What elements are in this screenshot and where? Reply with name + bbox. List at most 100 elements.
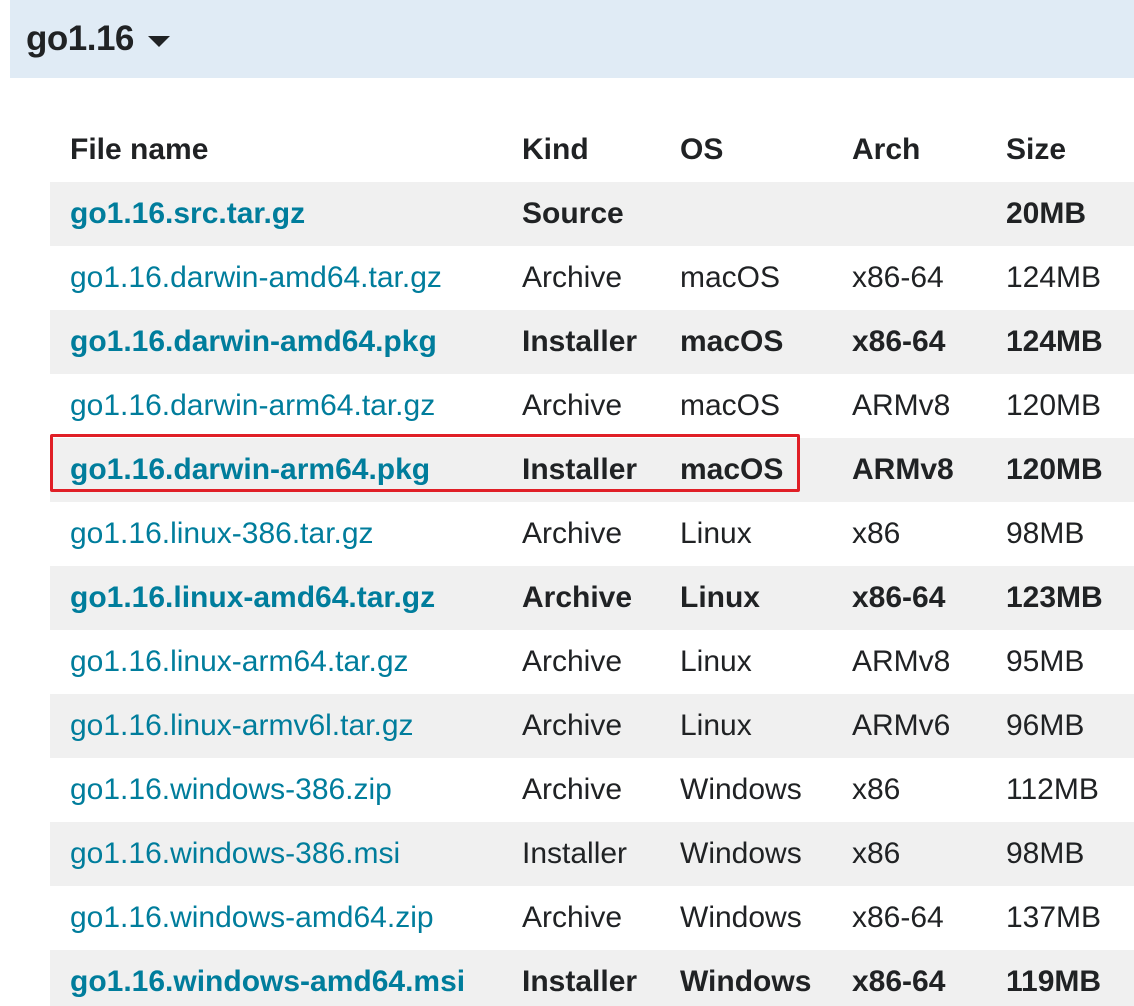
arch-cell: x86 [852,517,901,550]
download-link[interactable]: go1.16.darwin-amd64.pkg [70,325,437,358]
file-name-cell: go1.16.windows-386.zip [50,758,502,822]
table-row: go1.16.darwin-amd64.tar.gz Archive macOS x8… [50,246,1134,310]
arch-cell: x86 [852,773,901,806]
arch-cell: ARMv6 [832,694,986,758]
os-cell: Windows [680,901,802,934]
os-cell: macOS [680,389,781,422]
arch-cell: x86-64 [852,261,944,294]
table-row: go1.16.linux-386.tar.gz Archive Linux x86 98… [50,502,1134,566]
file-name-cell: go1.16.linux-amd64.tar.gz [50,566,502,630]
os-cell [660,182,832,246]
file-name-cell: go1.16.darwin-arm64.pkg [50,438,502,502]
table-row: go1.16.darwin-arm64.tar.gz Archive macOS AR… [50,374,1134,438]
os-cell: Windows [660,950,832,1006]
arch-cell: x86-64 [832,310,986,374]
os-cell: Linux [660,566,832,630]
download-link[interactable]: go1.16.windows-386.zip [70,773,392,806]
size-cell: 98MB [1006,517,1085,550]
kind-cell: Installer [502,822,660,886]
os-cell: Windows [660,822,832,886]
table-row: go1.16.src.tar.gz Source 20MB [50,182,1134,246]
table-row: go1.16.linux-armv6l.tar.gz Archive Linux AR… [50,694,1134,758]
arch-cell: x86-64 [832,566,986,630]
size-cell: 123MB [986,566,1134,630]
column-header-file-name: File name [70,133,209,166]
table-row: go1.16.windows-386.zip Archive Windows x86 1… [50,758,1134,822]
arch-cell: x86-64 [852,901,944,934]
column-header-arch: Arch [852,133,921,166]
download-link[interactable]: go1.16.linux-arm64.tar.gz [70,645,409,678]
download-link[interactable]: go1.16.windows-amd64.msi [70,965,465,998]
os-cell: macOS [680,261,781,294]
table-row: go1.16.windows-386.msi Installer Windows x8… [50,822,1134,886]
arch-cell: x86 [832,822,986,886]
table-header-row: File name Kind OS Arch Size [50,118,1134,182]
size-cell: 98MB [986,822,1134,886]
arch-cell: x86-64 [832,950,986,1006]
kind-cell: Installer [502,310,660,374]
size-cell: 119MB [986,950,1134,1006]
size-cell: 95MB [1006,645,1085,678]
size-cell: 20MB [986,182,1134,246]
download-link[interactable]: go1.16.linux-amd64.tar.gz [70,581,435,614]
file-name-cell: go1.16.linux-386.tar.gz [50,502,502,566]
size-cell: 120MB [986,438,1134,502]
download-link[interactable]: go1.16.src.tar.gz [70,197,305,230]
column-header-size: Size [1006,133,1067,166]
download-link[interactable]: go1.16.windows-386.msi [70,837,400,870]
arch-cell: ARMv8 [852,645,951,678]
file-name-cell: go1.16.windows-amd64.msi [50,950,502,1006]
kind-cell: Archive [522,517,623,550]
size-cell: 96MB [986,694,1134,758]
download-link[interactable]: go1.16.darwin-arm64.tar.gz [70,389,435,422]
size-cell: 124MB [1006,261,1102,294]
downloads-table-body: go1.16.src.tar.gz Source 20MB go1.16.darwin… [50,182,1134,1006]
file-name-cell: go1.16.src.tar.gz [50,182,502,246]
os-cell: Linux [660,694,832,758]
downloads-page: go1.16 File name Kind OS Arch Size go1.1… [0,0,1134,1006]
table-row: go1.16.darwin-arm64.pkg Installer macOS ARM… [50,438,1134,502]
kind-cell: Archive [522,645,623,678]
file-name-cell: go1.16.linux-arm64.tar.gz [50,630,502,694]
arch-cell: ARMv8 [832,438,986,502]
file-name-cell: go1.16.windows-386.msi [50,822,502,886]
kind-cell: Installer [502,950,660,1006]
download-link[interactable]: go1.16.linux-386.tar.gz [70,517,374,550]
caret-down-icon [147,35,170,47]
arch-cell [832,182,986,246]
file-name-cell: go1.16.darwin-amd64.pkg [50,310,502,374]
file-name-cell: go1.16.darwin-amd64.tar.gz [50,246,502,310]
os-cell: macOS [660,438,832,502]
os-cell: Linux [680,645,752,678]
table-row: go1.16.darwin-amd64.pkg Installer macOS x86… [50,310,1134,374]
download-link[interactable]: go1.16.windows-amd64.zip [70,901,434,934]
column-header-os: OS [680,133,724,166]
kind-cell: Archive [522,901,623,934]
kind-cell: Archive [502,566,660,630]
os-cell: Linux [680,517,752,550]
file-name-cell: go1.16.windows-amd64.zip [50,886,502,950]
os-cell: Windows [680,773,802,806]
size-cell: 124MB [986,310,1134,374]
file-name-cell: go1.16.linux-armv6l.tar.gz [50,694,502,758]
table-row: go1.16.windows-amd64.zip Archive Windows x8… [50,886,1134,950]
size-cell: 137MB [1006,901,1102,934]
arch-cell: ARMv8 [852,389,951,422]
table-row: go1.16.linux-amd64.tar.gz Archive Linux x86… [50,566,1134,630]
size-cell: 112MB [1006,773,1099,806]
version-title: go1.16 [26,19,134,58]
kind-cell: Archive [522,773,623,806]
table-row: go1.16.linux-arm64.tar.gz Archive Linux ARM… [50,630,1134,694]
kind-cell: Installer [502,438,660,502]
download-link[interactable]: go1.16.darwin-amd64.tar.gz [70,261,442,294]
download-link[interactable]: go1.16.linux-armv6l.tar.gz [70,709,414,742]
version-toggle[interactable]: go1.16 [10,0,1134,78]
kind-cell: Archive [522,389,623,422]
size-cell: 120MB [1006,389,1102,422]
column-header-kind: Kind [522,133,589,166]
downloads-table: File name Kind OS Arch Size go1.16.src.t… [50,118,1134,1006]
kind-cell: Archive [522,261,623,294]
kind-cell: Source [502,182,660,246]
kind-cell: Archive [502,694,660,758]
download-link[interactable]: go1.16.darwin-arm64.pkg [70,453,430,486]
